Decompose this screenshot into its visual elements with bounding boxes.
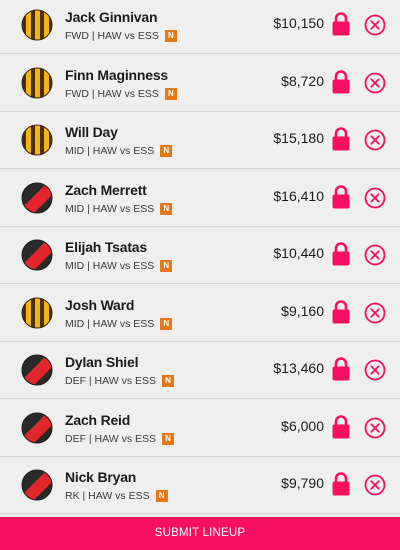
hawthorn-jersey-icon — [21, 297, 53, 329]
player-row-9: Nick Bryan RK | HAW vs ESS N $9,790 — [0, 458, 400, 514]
player-price: $6,000 — [281, 417, 324, 434]
remove-circle-icon[interactable] — [364, 417, 386, 439]
player-price: $10,150 — [273, 15, 324, 31]
player-price: $16,410 — [273, 187, 324, 204]
remove-circle-icon[interactable] — [364, 302, 386, 324]
player-meta: MID | HAW vs ESS N — [65, 145, 173, 157]
lock-icon[interactable] — [330, 126, 352, 152]
player-price: $9,160 — [281, 302, 324, 319]
player-position-match: DEF | HAW vs ESS — [65, 375, 157, 387]
player-row-1: Jack Ginnivan FWD | HAW vs ESS N $10,150 — [0, 0, 400, 54]
player-price: $15,180 — [273, 130, 324, 146]
player-meta: MID | HAW vs ESS N — [65, 317, 173, 330]
player-position-match: MID | HAW vs ESS — [65, 145, 155, 157]
news-badge: N — [160, 145, 173, 157]
player-row-4: Zach Merrett MID | HAW vs ESS N $16,410 — [0, 170, 400, 227]
lock-icon[interactable] — [330, 356, 352, 382]
essendon-jersey-icon — [21, 354, 53, 386]
submit-lineup-button[interactable]: SUBMIT LINEUP — [0, 517, 400, 550]
remove-circle-icon[interactable] — [364, 129, 386, 151]
player-meta: MID | HAW vs ESS N — [65, 202, 173, 215]
player-name: Finn Maginness — [65, 66, 168, 83]
lock-icon[interactable] — [330, 241, 352, 267]
player-row-6: Josh Ward MID | HAW vs ESS N $9,160 — [0, 285, 400, 342]
essendon-jersey-icon — [21, 182, 53, 214]
remove-circle-icon[interactable] — [364, 359, 386, 381]
player-meta: FWD | HAW vs ESS N — [65, 87, 177, 100]
player-price: $8,720 — [281, 72, 324, 89]
news-badge: N — [155, 490, 168, 502]
news-badge: N — [162, 375, 175, 387]
news-badge: N — [164, 30, 177, 42]
hawthorn-jersey-icon — [21, 9, 53, 41]
player-name: Zach Reid — [65, 411, 131, 428]
player-meta: DEF | HAW vs ESS N — [65, 432, 175, 445]
lock-icon[interactable] — [330, 11, 352, 37]
remove-circle-icon[interactable] — [364, 187, 386, 209]
lock-icon[interactable] — [330, 414, 352, 440]
player-name: Josh Ward — [65, 296, 135, 313]
player-row-7: Dylan Shiel DEF | HAW vs ESS N $13,460 — [0, 343, 400, 399]
player-name: Dylan Shiel — [65, 354, 139, 370]
player-price: $13,460 — [273, 360, 324, 376]
remove-circle-icon[interactable] — [364, 474, 386, 496]
player-meta: RK | HAW vs ESS N — [65, 490, 168, 502]
player-name: Elijah Tsatas — [65, 239, 147, 255]
player-name: Nick Bryan — [65, 469, 137, 485]
player-position-match: FWD | HAW vs ESS — [65, 87, 159, 100]
player-meta: MID | HAW vs ESS N — [65, 260, 173, 272]
essendon-jersey-icon — [21, 469, 53, 501]
hawthorn-jersey-icon — [21, 67, 53, 99]
news-badge: N — [162, 432, 175, 445]
remove-circle-icon[interactable] — [364, 244, 386, 266]
lock-icon[interactable] — [330, 299, 352, 325]
player-row-3: Will Day MID | HAW vs ESS N $15,180 — [0, 113, 400, 169]
essendon-jersey-icon — [21, 239, 53, 271]
player-name: Will Day — [65, 124, 118, 140]
lock-icon[interactable] — [330, 69, 352, 95]
player-position-match: RK | HAW vs ESS — [65, 490, 150, 502]
lock-icon[interactable] — [330, 471, 352, 497]
player-meta: DEF | HAW vs ESS N — [65, 375, 175, 387]
hawthorn-jersey-icon — [21, 124, 53, 156]
player-position-match: MID | HAW vs ESS — [65, 317, 155, 330]
remove-circle-icon[interactable] — [364, 72, 386, 94]
player-name: Zach Merrett — [65, 181, 147, 198]
news-badge: N — [164, 87, 177, 100]
news-badge: N — [160, 202, 173, 215]
player-position-match: FWD | HAW vs ESS — [65, 30, 159, 42]
player-position-match: DEF | HAW vs ESS — [65, 432, 157, 445]
news-badge: N — [160, 317, 173, 330]
news-badge: N — [160, 260, 173, 272]
player-row-2: Finn Maginness FWD | HAW vs ESS N $8,720 — [0, 55, 400, 112]
player-price: $10,440 — [273, 245, 324, 261]
player-row-5: Elijah Tsatas MID | HAW vs ESS N $10,440 — [0, 228, 400, 284]
remove-circle-icon[interactable] — [364, 14, 386, 36]
player-name: Jack Ginnivan — [65, 9, 158, 25]
player-position-match: MID | HAW vs ESS — [65, 260, 155, 272]
player-price: $9,790 — [281, 475, 324, 491]
player-row-8: Zach Reid DEF | HAW vs ESS N $6,000 — [0, 400, 400, 457]
player-meta: FWD | HAW vs ESS N — [65, 30, 177, 42]
essendon-jersey-icon — [21, 412, 53, 444]
player-position-match: MID | HAW vs ESS — [65, 202, 155, 215]
lock-icon[interactable] — [330, 184, 352, 210]
player-list: Jack Ginnivan FWD | HAW vs ESS N $10,150… — [0, 0, 400, 517]
